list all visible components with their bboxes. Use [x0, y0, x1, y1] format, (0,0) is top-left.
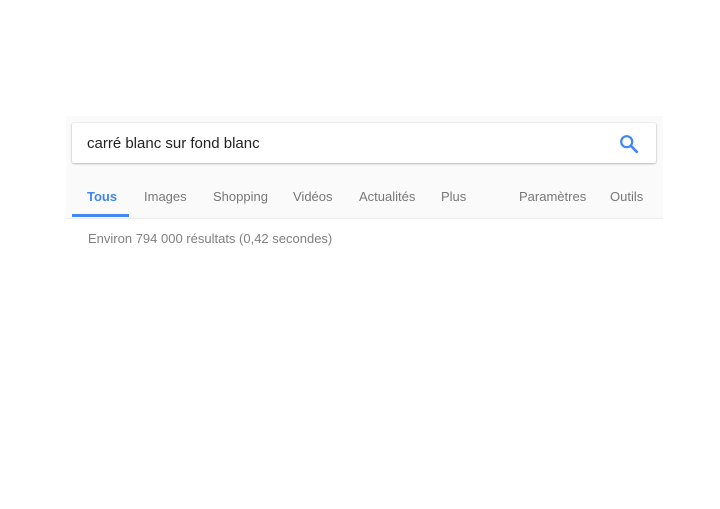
tab-plus[interactable]: Plus — [441, 189, 466, 204]
tab-outils[interactable]: Outils — [610, 189, 643, 204]
tab-videos[interactable]: Vidéos — [293, 189, 333, 204]
tab-parametres[interactable]: Paramètres — [519, 189, 586, 204]
tab-actualites[interactable]: Actualités — [359, 189, 415, 204]
active-tab-indicator — [72, 214, 129, 217]
tab-tous[interactable]: Tous — [87, 189, 117, 204]
search-tabs: Tous Images Shopping Vidéos Actualités P… — [72, 178, 662, 218]
search-input[interactable] — [87, 123, 607, 163]
search-header-panel: Tous Images Shopping Vidéos Actualités P… — [66, 116, 663, 219]
tab-images[interactable]: Images — [144, 189, 187, 204]
result-stats: Environ 794 000 résultats (0,42 secondes… — [88, 231, 333, 246]
tab-shopping[interactable]: Shopping — [213, 189, 268, 204]
search-box — [72, 123, 656, 163]
search-icon — [620, 135, 639, 154]
search-button[interactable] — [618, 133, 640, 155]
